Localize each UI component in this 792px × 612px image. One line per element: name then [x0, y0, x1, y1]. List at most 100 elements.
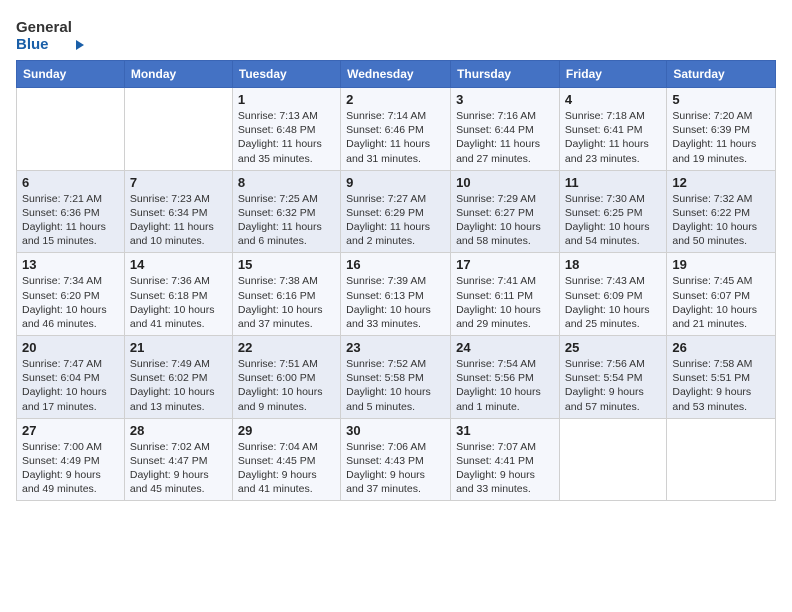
day-info: Sunrise: 7:32 AM Sunset: 6:22 PM Dayligh… [672, 192, 770, 249]
day-number: 9 [346, 175, 445, 190]
day-info: Sunrise: 7:47 AM Sunset: 6:04 PM Dayligh… [22, 357, 119, 414]
day-info: Sunrise: 7:27 AM Sunset: 6:29 PM Dayligh… [346, 192, 445, 249]
day-info: Sunrise: 7:34 AM Sunset: 6:20 PM Dayligh… [22, 274, 119, 331]
day-info: Sunrise: 7:07 AM Sunset: 4:41 PM Dayligh… [456, 440, 554, 497]
day-info: Sunrise: 7:39 AM Sunset: 6:13 PM Dayligh… [346, 274, 445, 331]
calendar-cell: 22 Sunrise: 7:51 AM Sunset: 6:00 PM Dayli… [232, 336, 340, 419]
calendar-cell [17, 88, 125, 171]
calendar-cell: 4 Sunrise: 7:18 AM Sunset: 6:41 PM Daylig… [559, 88, 666, 171]
col-header-monday: Monday [124, 61, 232, 88]
calendar-week-4: 20 Sunrise: 7:47 AM Sunset: 6:04 PM Dayli… [17, 336, 776, 419]
day-number: 14 [130, 257, 227, 272]
day-info: Sunrise: 7:56 AM Sunset: 5:54 PM Dayligh… [565, 357, 661, 414]
calendar-cell: 1 Sunrise: 7:13 AM Sunset: 6:48 PM Daylig… [232, 88, 340, 171]
day-info: Sunrise: 7:21 AM Sunset: 6:36 PM Dayligh… [22, 192, 119, 249]
day-number: 19 [672, 257, 770, 272]
calendar-cell: 21 Sunrise: 7:49 AM Sunset: 6:02 PM Dayli… [124, 336, 232, 419]
day-number: 30 [346, 423, 445, 438]
col-header-thursday: Thursday [451, 61, 560, 88]
col-header-friday: Friday [559, 61, 666, 88]
calendar-cell: 5 Sunrise: 7:20 AM Sunset: 6:39 PM Daylig… [667, 88, 776, 171]
day-number: 22 [238, 340, 335, 355]
calendar-cell: 7 Sunrise: 7:23 AM Sunset: 6:34 PM Daylig… [124, 170, 232, 253]
calendar-week-3: 13 Sunrise: 7:34 AM Sunset: 6:20 PM Dayli… [17, 253, 776, 336]
calendar-cell: 2Sunrise: 7:14 AM Sunset: 6:46 PM Daylig… [341, 88, 451, 171]
calendar-cell: 31Sunrise: 7:07 AM Sunset: 4:41 PM Dayli… [451, 418, 560, 501]
calendar-cell: 26Sunrise: 7:58 AM Sunset: 5:51 PM Dayli… [667, 336, 776, 419]
day-number: 6 [22, 175, 119, 190]
day-number: 12 [672, 175, 770, 190]
day-number: 18 [565, 257, 661, 272]
day-info: Sunrise: 7:30 AM Sunset: 6:25 PM Dayligh… [565, 192, 661, 249]
day-number: 25 [565, 340, 661, 355]
day-info: Sunrise: 7:06 AM Sunset: 4:43 PM Dayligh… [346, 440, 445, 497]
day-info: Sunrise: 7:36 AM Sunset: 6:18 PM Dayligh… [130, 274, 227, 331]
col-header-tuesday: Tuesday [232, 61, 340, 88]
day-info: Sunrise: 7:49 AM Sunset: 6:02 PM Dayligh… [130, 357, 227, 414]
day-number: 26 [672, 340, 770, 355]
day-info: Sunrise: 7:51 AM Sunset: 6:00 PM Dayligh… [238, 357, 335, 414]
day-info: Sunrise: 7:41 AM Sunset: 6:11 PM Dayligh… [456, 274, 554, 331]
page-header: GeneralBlue [16, 16, 776, 52]
calendar-cell: 3 Sunrise: 7:16 AM Sunset: 6:44 PM Daylig… [451, 88, 560, 171]
day-info: Sunrise: 7:52 AM Sunset: 5:58 PM Dayligh… [346, 357, 445, 414]
day-number: 15 [238, 257, 335, 272]
calendar-cell: 6 Sunrise: 7:21 AM Sunset: 6:36 PM Daylig… [17, 170, 125, 253]
day-info: Sunrise: 7:54 AM Sunset: 5:56 PM Dayligh… [456, 357, 554, 414]
day-number: 11 [565, 175, 661, 190]
day-number: 27 [22, 423, 119, 438]
calendar-week-5: 27 Sunrise: 7:00 AM Sunset: 4:49 PM Dayli… [17, 418, 776, 501]
calendar-cell: 20 Sunrise: 7:47 AM Sunset: 6:04 PM Dayli… [17, 336, 125, 419]
day-number: 16 [346, 257, 445, 272]
day-number: 7 [130, 175, 227, 190]
day-info: Sunrise: 7:00 AM Sunset: 4:49 PM Dayligh… [22, 440, 119, 497]
day-number: 21 [130, 340, 227, 355]
calendar-cell [667, 418, 776, 501]
logo: GeneralBlue [16, 16, 96, 52]
day-info: Sunrise: 7:14 AM Sunset: 6:46 PM Dayligh… [346, 109, 445, 166]
calendar-cell: 28Sunrise: 7:02 AM Sunset: 4:47 PM Dayli… [124, 418, 232, 501]
col-header-sunday: Sunday [17, 61, 125, 88]
day-number: 24 [456, 340, 554, 355]
calendar-cell: 23 Sunrise: 7:52 AM Sunset: 5:58 PM Dayli… [341, 336, 451, 419]
calendar-cell: 18Sunrise: 7:43 AM Sunset: 6:09 PM Dayli… [559, 253, 666, 336]
calendar-table: SundayMondayTuesdayWednesdayThursdayFrid… [16, 60, 776, 501]
calendar-cell: 24 Sunrise: 7:54 AM Sunset: 5:56 PM Dayli… [451, 336, 560, 419]
svg-text:General: General [16, 19, 72, 36]
col-header-wednesday: Wednesday [341, 61, 451, 88]
calendar-week-1: 1 Sunrise: 7:13 AM Sunset: 6:48 PM Daylig… [17, 88, 776, 171]
day-number: 5 [672, 92, 770, 107]
calendar-cell: 11 Sunrise: 7:30 AM Sunset: 6:25 PM Dayli… [559, 170, 666, 253]
day-info: Sunrise: 7:13 AM Sunset: 6:48 PM Dayligh… [238, 109, 335, 166]
calendar-cell [559, 418, 666, 501]
day-number: 13 [22, 257, 119, 272]
calendar-cell: 25 Sunrise: 7:56 AM Sunset: 5:54 PM Dayli… [559, 336, 666, 419]
day-info: Sunrise: 7:16 AM Sunset: 6:44 PM Dayligh… [456, 109, 554, 166]
day-number: 10 [456, 175, 554, 190]
day-number: 8 [238, 175, 335, 190]
day-number: 17 [456, 257, 554, 272]
day-number: 3 [456, 92, 554, 107]
day-number: 20 [22, 340, 119, 355]
col-header-saturday: Saturday [667, 61, 776, 88]
calendar-cell: 10 Sunrise: 7:29 AM Sunset: 6:27 PM Dayli… [451, 170, 560, 253]
calendar-cell: 14 Sunrise: 7:36 AM Sunset: 6:18 PM Dayli… [124, 253, 232, 336]
calendar-header-row: SundayMondayTuesdayWednesdayThursdayFrid… [17, 61, 776, 88]
logo-svg: GeneralBlue [16, 16, 96, 52]
calendar-cell: 17 Sunrise: 7:41 AM Sunset: 6:11 PM Dayli… [451, 253, 560, 336]
day-info: Sunrise: 7:23 AM Sunset: 6:34 PM Dayligh… [130, 192, 227, 249]
calendar-cell: 12 Sunrise: 7:32 AM Sunset: 6:22 PM Dayli… [667, 170, 776, 253]
calendar-cell: 9 Sunrise: 7:27 AM Sunset: 6:29 PM Daylig… [341, 170, 451, 253]
day-info: Sunrise: 7:29 AM Sunset: 6:27 PM Dayligh… [456, 192, 554, 249]
day-info: Sunrise: 7:20 AM Sunset: 6:39 PM Dayligh… [672, 109, 770, 166]
day-number: 23 [346, 340, 445, 355]
day-number: 29 [238, 423, 335, 438]
day-info: Sunrise: 7:18 AM Sunset: 6:41 PM Dayligh… [565, 109, 661, 166]
calendar-cell [124, 88, 232, 171]
calendar-cell: 27 Sunrise: 7:00 AM Sunset: 4:49 PM Dayli… [17, 418, 125, 501]
calendar-cell: 19Sunrise: 7:45 AM Sunset: 6:07 PM Dayli… [667, 253, 776, 336]
day-number: 4 [565, 92, 661, 107]
calendar-cell: 13 Sunrise: 7:34 AM Sunset: 6:20 PM Dayli… [17, 253, 125, 336]
day-number: 1 [238, 92, 335, 107]
day-info: Sunrise: 7:38 AM Sunset: 6:16 PM Dayligh… [238, 274, 335, 331]
